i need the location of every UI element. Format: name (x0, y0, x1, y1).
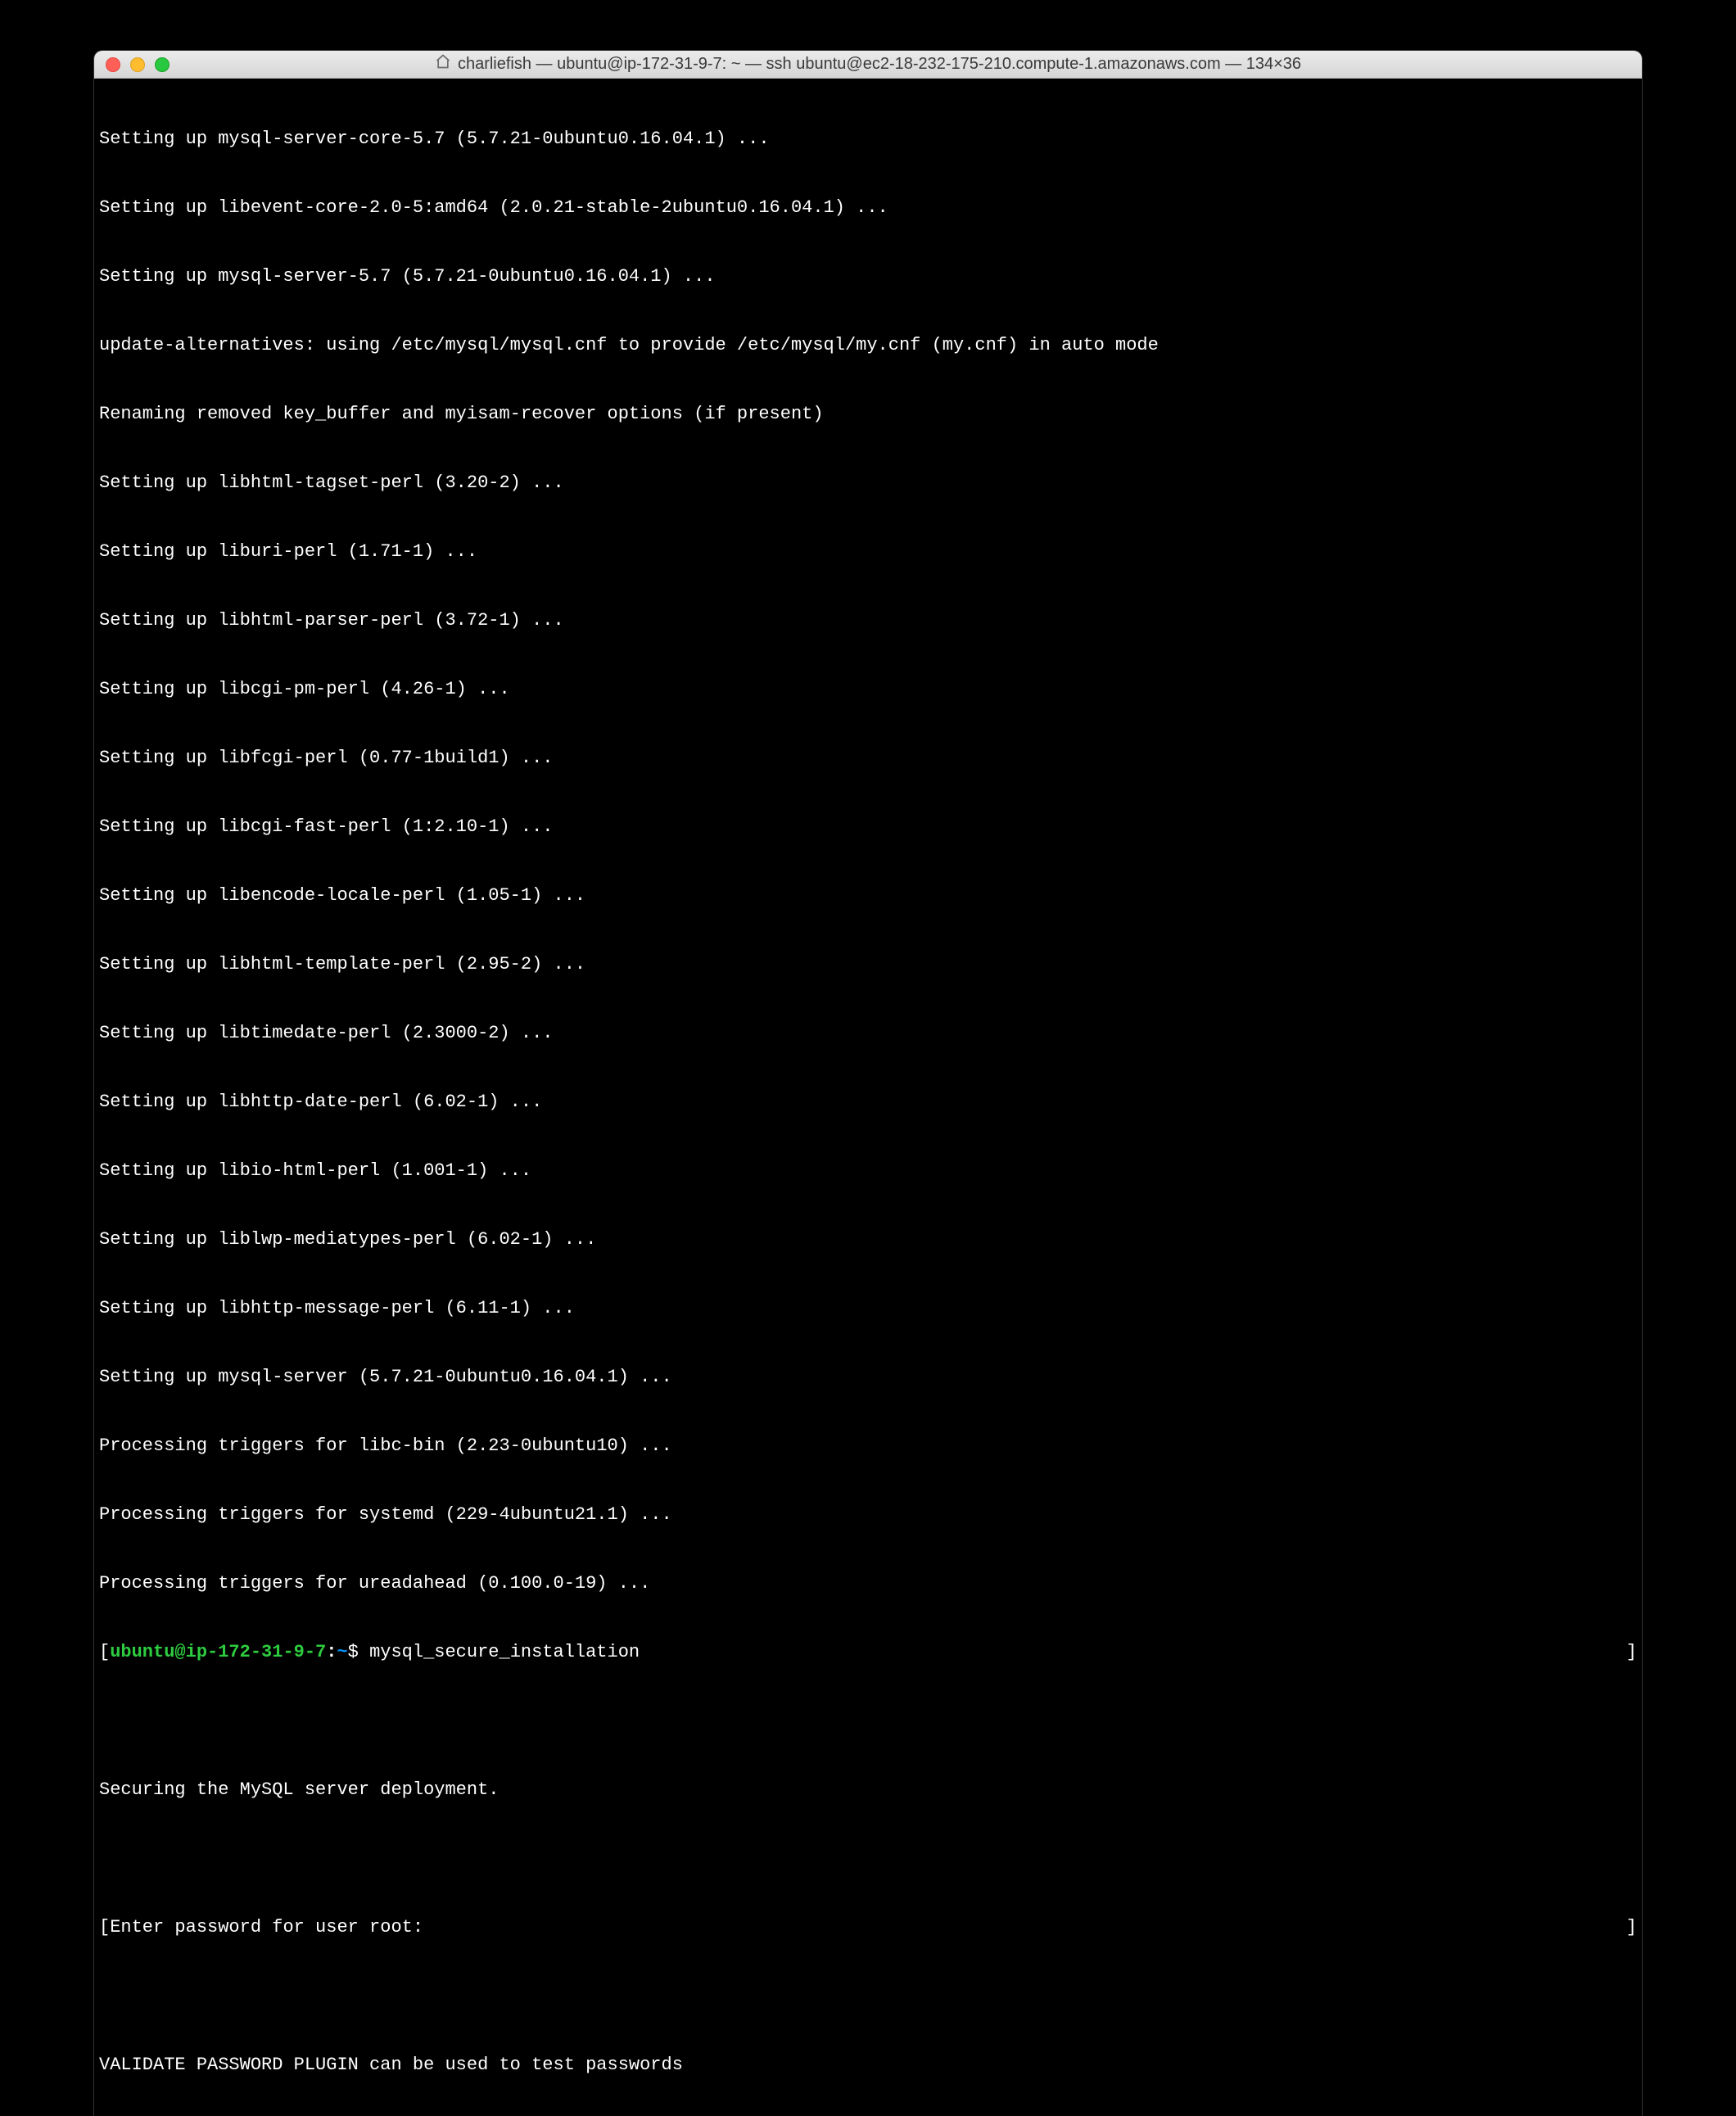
output-line: Setting up libhtml-tagset-perl (3.20-2) … (99, 472, 1637, 495)
right-bracket: ] (1626, 1916, 1637, 1939)
output-line: Setting up liburi-perl (1.71-1) ... (99, 540, 1637, 563)
left-bracket: [ (99, 1917, 110, 1937)
traffic-lights (94, 57, 170, 72)
terminal-body[interactable]: Setting up mysql-server-core-5.7 (5.7.21… (94, 79, 1642, 2116)
close-button[interactable] (106, 57, 120, 72)
output-line: Setting up mysql-server-5.7 (5.7.21-0ubu… (99, 265, 1637, 288)
prompt-user-host: ubuntu@ip-172-31-9-7 (110, 1642, 326, 1662)
output-line: Processing triggers for systemd (229-4ub… (99, 1503, 1637, 1526)
output-line: [Enter password for user root:] (99, 1916, 1637, 1939)
output-line: Setting up libio-html-perl (1.001-1) ... (99, 1160, 1637, 1182)
output-line: Setting up mysql-server (5.7.21-0ubuntu0… (99, 1366, 1637, 1389)
output-line: VALIDATE PASSWORD PLUGIN can be used to … (99, 2054, 1637, 2077)
terminal-window: charliefish — ubuntu@ip-172-31-9-7: ~ — … (94, 51, 1642, 2116)
blank-line (99, 1710, 1637, 1733)
output-line: Setting up libhtml-parser-perl (3.72-1) … (99, 609, 1637, 632)
output-line: Setting up libcgi-fast-perl (1:2.10-1) .… (99, 816, 1637, 839)
output-line: Setting up libfcgi-perl (0.77-1build1) .… (99, 747, 1637, 770)
output-line: update-alternatives: using /etc/mysql/my… (99, 334, 1637, 357)
output-line: Setting up libevent-core-2.0-5:amd64 (2.… (99, 197, 1637, 219)
right-bracket: ] (1626, 1641, 1637, 1664)
output-line: Setting up libencode-locale-perl (1.05-1… (99, 884, 1637, 907)
home-icon (435, 53, 451, 75)
output-line: Setting up libhttp-message-perl (6.11-1)… (99, 1297, 1637, 1320)
window-title: charliefish — ubuntu@ip-172-31-9-7: ~ — … (458, 55, 1301, 74)
window-titlebar: charliefish — ubuntu@ip-172-31-9-7: ~ — … (94, 51, 1642, 79)
output-line: Setting up liblwp-mediatypes-perl (6.02-… (99, 1228, 1637, 1251)
output-line: Processing triggers for ureadahead (0.10… (99, 1572, 1637, 1595)
blank-line (99, 1985, 1637, 2008)
minimize-button[interactable] (130, 57, 145, 72)
prompt-cwd: ~ (337, 1642, 347, 1662)
prompt-command: mysql_secure_installation (369, 1642, 640, 1662)
output-line: Setting up libhttp-date-perl (6.02-1) ..… (99, 1091, 1637, 1114)
output-line: Securing the MySQL server deployment. (99, 1779, 1637, 1802)
output-line: Setting up libhtml-template-perl (2.95-2… (99, 953, 1637, 976)
zoom-button[interactable] (155, 57, 170, 72)
prompt-line: [ubuntu@ip-172-31-9-7:~$ mysql_secure_in… (99, 1641, 1637, 1664)
blank-line (99, 1847, 1637, 1870)
output-line: Processing triggers for libc-bin (2.23-0… (99, 1435, 1637, 1458)
output-line: Setting up mysql-server-core-5.7 (5.7.21… (99, 128, 1637, 151)
prompt-dollar: $ (348, 1642, 359, 1662)
left-bracket: [ (99, 1642, 110, 1662)
output-line: Renaming removed key_buffer and myisam-r… (99, 403, 1637, 426)
title-wrap: charliefish — ubuntu@ip-172-31-9-7: ~ — … (94, 54, 1642, 75)
enter-password-text: Enter password for user root: (110, 1917, 423, 1937)
output-line: Setting up libcgi-pm-perl (4.26-1) ... (99, 678, 1637, 701)
output-line: Setting up libtimedate-perl (2.3000-2) .… (99, 1022, 1637, 1045)
